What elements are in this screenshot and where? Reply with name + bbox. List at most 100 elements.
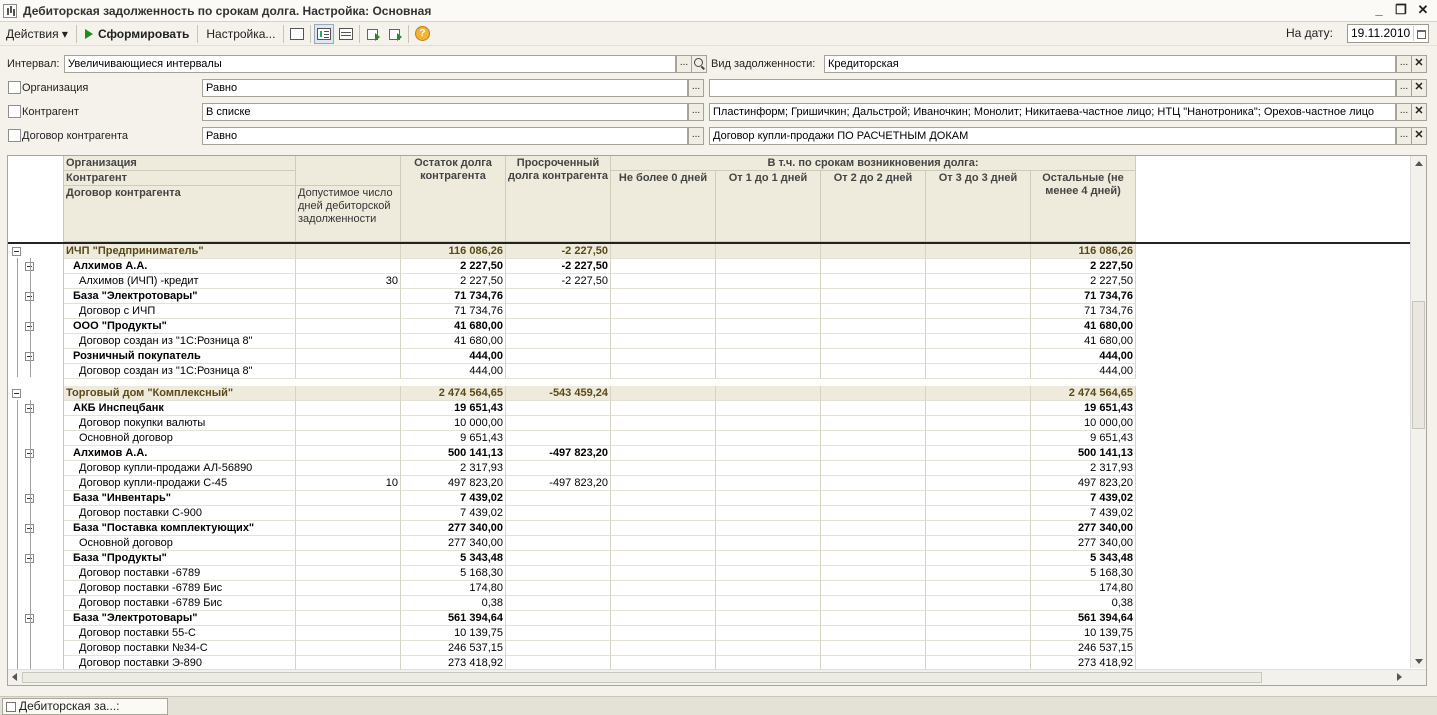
contract-row[interactable]: Основной договор 277 340,00 277 340,00	[64, 536, 1136, 551]
org-value-clear-button[interactable]: ✕	[1411, 79, 1427, 97]
org-value-select-button[interactable]: ...	[1396, 79, 1412, 97]
taskbar-window-tab[interactable]: Дебиторская за...: Основная	[2, 698, 168, 715]
contract-row[interactable]: Договор поставки -6789 5 168,30 5 168,30	[64, 566, 1136, 581]
contract-row[interactable]: Договор поставки -6789 Бис 174,80 174,80	[64, 581, 1136, 596]
collapse-group-icon[interactable]	[12, 389, 21, 398]
close-button[interactable]: ✕	[1415, 2, 1431, 18]
contract-row[interactable]: Договор купли-продажи С-45 10 497 823,20 -4…	[64, 476, 1136, 491]
vertical-scrollbar[interactable]	[1410, 156, 1426, 668]
restore-settings-button[interactable]	[385, 24, 405, 44]
cell-period-3	[926, 596, 1031, 611]
contract-row[interactable]: Договор создан из "1С:Розница 8" 41 680,0…	[64, 334, 1136, 349]
table-view-button[interactable]	[336, 24, 356, 44]
scroll-right-icon[interactable]	[1397, 673, 1402, 681]
cell-allowed-days	[296, 626, 401, 641]
contract-value-select-button[interactable]: ...	[1396, 127, 1412, 145]
contract-checkbox[interactable]	[8, 129, 21, 142]
settings-button[interactable]: Настройка...	[200, 23, 281, 45]
tree-view-button[interactable]	[314, 23, 335, 44]
contract-value-clear-button[interactable]: ✕	[1411, 127, 1427, 145]
cell-period-1	[716, 581, 821, 596]
contractor-condition-field[interactable]: В списке	[202, 103, 688, 121]
cell-period-1	[716, 446, 821, 461]
contract-row[interactable]: Договор поставки С-900 7 439,02 7 439,02	[64, 506, 1136, 521]
contractor-value-clear-button[interactable]: ✕	[1411, 103, 1427, 121]
taskbar-window-label: Дебиторская за...: Основная	[19, 699, 120, 715]
contractor-checkbox[interactable]	[8, 105, 21, 118]
cell-period-2	[821, 349, 926, 364]
contract-value-field[interactable]: Договор купли-продажи ПО РАСЧЕТНЫМ ДОКАМ	[709, 127, 1396, 145]
cell-rest: 71 734,76	[1031, 289, 1136, 304]
contractor-value-select-button[interactable]: ...	[1396, 103, 1412, 121]
contractor-condition-button[interactable]: ...	[688, 103, 704, 121]
calendar-icon[interactable]	[1413, 26, 1427, 41]
debt-type-clear-button[interactable]: ✕	[1411, 55, 1427, 73]
contract-condition-button[interactable]: ...	[688, 127, 704, 145]
header-period-0: Не более 0 дней	[611, 171, 716, 242]
interval-field[interactable]: Увеличивающиеся интервалы	[64, 55, 676, 73]
interval-search-button[interactable]	[691, 55, 707, 73]
contractor-row[interactable]: ООО "Продукты" 41 680,00 41 680,00	[64, 319, 1136, 334]
contractor-row[interactable]: Алхимов А.А. 500 141,13 -497 823,20 500 141…	[64, 446, 1136, 461]
contractor-value-field[interactable]: Пластинформ; Гришичкин; Дальстрой; Ивано…	[709, 103, 1396, 121]
cell-period-0	[611, 566, 716, 581]
cell-period-0	[611, 334, 716, 349]
cell-name: Розничный покупатель	[64, 349, 296, 364]
restore-button[interactable]: ❐	[1393, 2, 1409, 18]
cell-period-1	[716, 416, 821, 431]
scroll-up-icon[interactable]	[1415, 161, 1423, 166]
contractor-row[interactable]: Розничный покупатель 444,00 444,00	[64, 349, 1136, 364]
help-button[interactable]: ?	[412, 24, 432, 44]
debt-type-field[interactable]: Кредиторская	[824, 55, 1396, 73]
cell-name: Договор купли-продажи С-45	[64, 476, 296, 491]
actions-menu[interactable]: Действия ▾	[0, 23, 74, 45]
contract-row[interactable]: Алхимов (ИЧП) -кредит 30 2 227,50 -2 227,50…	[64, 274, 1136, 289]
cell-period-2	[821, 641, 926, 656]
contract-row[interactable]: Основной договор 9 651,43 9 651,43	[64, 431, 1136, 446]
contract-row[interactable]: Договор поставки -6789 Бис 0,38 0,38	[64, 596, 1136, 611]
cell-period-1	[716, 566, 821, 581]
org-condition-field[interactable]: Равно	[202, 79, 688, 97]
cell-period-0	[611, 364, 716, 379]
cell-balance: 10 139,75	[401, 626, 506, 641]
contract-row[interactable]: Договор купли-продажи АЛ-56890 2 317,93 2 …	[64, 461, 1136, 476]
contract-row[interactable]: Договор создан из "1С:Розница 8" 444,00 44…	[64, 364, 1136, 379]
cell-allowed-days	[296, 304, 401, 319]
contractor-row[interactable]: База "Электротовары" 71 734,76 71 734,76	[64, 289, 1136, 304]
contract-row[interactable]: Договор поставки 55-С 10 139,75 10 139,75	[64, 626, 1136, 641]
cell-period-3	[926, 566, 1031, 581]
group-row[interactable]: ИЧП "Предприниматель" 116 086,26 -2 227,50…	[64, 244, 1136, 259]
contractor-row[interactable]: База "Электротовары" 561 394,64 561 394,64	[64, 611, 1136, 626]
org-condition-button[interactable]: ...	[688, 79, 704, 97]
contractor-row[interactable]: Алхимов А.А. 2 227,50 -2 227,50 2 227,50	[64, 259, 1136, 274]
report-table[interactable]: Организация Контрагент Договор контраген…	[7, 155, 1427, 686]
interval-select-button[interactable]: ...	[676, 55, 692, 73]
contractor-row[interactable]: База "Инвентарь" 7 439,02 7 439,02	[64, 491, 1136, 506]
contractor-row[interactable]: База "Продукты" 5 343,48 5 343,48	[64, 551, 1136, 566]
contract-row[interactable]: Договор с ИЧП 71 734,76 71 734,76	[64, 304, 1136, 319]
minimize-button[interactable]: _	[1371, 2, 1387, 18]
horizontal-scrollbar[interactable]	[8, 669, 1426, 685]
cell-period-0	[611, 476, 716, 491]
vertical-scroll-thumb[interactable]	[1412, 301, 1425, 429]
contract-row[interactable]: Договор поставки №34-С 246 537,15 246 537,…	[64, 641, 1136, 656]
cell-period-1	[716, 596, 821, 611]
cell-name: Договор создан из "1С:Розница 8"	[64, 364, 296, 379]
collapse-group-icon[interactable]	[12, 247, 21, 256]
save-settings-button[interactable]	[363, 24, 383, 44]
generate-button[interactable]: Сформировать	[79, 23, 195, 45]
org-checkbox[interactable]	[8, 81, 21, 94]
group-row[interactable]: Торговый дом "Комплексный" 2 474 564,65 -5…	[64, 386, 1136, 401]
report-header-button[interactable]	[287, 24, 307, 44]
contractor-row[interactable]: База "Поставка комплектующих" 277 340,00 2…	[64, 521, 1136, 536]
date-input[interactable]: 19.11.2010	[1347, 24, 1429, 43]
scroll-down-icon[interactable]	[1415, 659, 1423, 664]
cell-overdue	[506, 334, 611, 349]
horizontal-scroll-thumb[interactable]	[22, 672, 1262, 683]
debt-type-select-button[interactable]: ...	[1396, 55, 1412, 73]
contractor-row[interactable]: АКБ Инспецбанк 19 651,43 19 651,43	[64, 401, 1136, 416]
contract-row[interactable]: Договор покупки валюты 10 000,00 10 000,00	[64, 416, 1136, 431]
scroll-left-icon[interactable]	[12, 673, 17, 681]
org-value-field[interactable]	[709, 79, 1396, 97]
contract-condition-field[interactable]: Равно	[202, 127, 688, 145]
